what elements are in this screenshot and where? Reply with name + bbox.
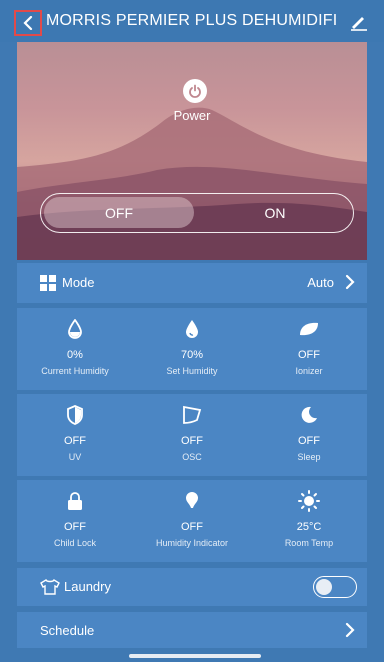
moon-icon	[301, 406, 317, 423]
leaf-icon	[300, 322, 318, 336]
tile-label: Sleep	[297, 452, 321, 462]
droplet-filled-icon	[186, 320, 198, 338]
shirt-icon	[40, 579, 60, 595]
tile-row-2: OFF UV OFF OSC OFF Sleep	[17, 394, 367, 476]
power-off-option[interactable]: OFF	[44, 197, 194, 228]
lock-icon	[68, 492, 82, 510]
chevron-right-icon	[345, 622, 355, 638]
tile-label: Child Lock	[53, 538, 97, 548]
tile-label: Ionizer	[295, 366, 323, 376]
droplet-outline-icon	[68, 319, 82, 339]
tile-value: 0%	[67, 349, 83, 361]
laundry-row: Laundry	[17, 568, 367, 606]
tile-label: Set Humidity	[166, 366, 218, 376]
tile-current-humidity[interactable]: 0% Current Humidity	[17, 308, 133, 390]
laundry-label: Laundry	[64, 579, 111, 594]
tile-value: 70%	[180, 349, 204, 361]
tile-child-lock[interactable]: OFF Child Lock	[17, 480, 133, 562]
tile-label: Room Temp	[284, 538, 334, 548]
tile-uv[interactable]: OFF UV	[17, 394, 133, 476]
power-toggle[interactable]: OFF ON	[40, 193, 354, 233]
header-bar: MORRIS PERMIER PLUS DEHUMIDIFIE...	[0, 0, 384, 42]
mode-value: Auto	[307, 275, 334, 290]
oscillation-icon	[183, 405, 202, 424]
tile-value: OFF	[181, 521, 203, 533]
tile-label: Current Humidity	[41, 366, 109, 376]
tile-room-temp[interactable]: 25°C Room Temp	[251, 480, 367, 562]
pencil-icon[interactable]	[348, 12, 370, 32]
power-icon	[189, 84, 201, 98]
shield-icon	[67, 405, 83, 425]
tile-row-3: OFF Child Lock OFF Humidity Indicator 25…	[17, 480, 367, 562]
back-button[interactable]	[14, 10, 42, 36]
sun-icon	[298, 490, 320, 512]
chevron-left-icon	[23, 16, 33, 30]
schedule-row[interactable]: Schedule	[17, 612, 367, 648]
home-indicator[interactable]	[129, 654, 261, 658]
tile-sleep[interactable]: OFF Sleep	[251, 394, 367, 476]
tile-osc[interactable]: OFF OSC	[134, 394, 250, 476]
tile-value: OFF	[181, 435, 203, 447]
tile-set-humidity[interactable]: 70% Set Humidity	[134, 308, 250, 390]
toggle-knob	[316, 579, 332, 595]
chevron-right-icon	[345, 274, 355, 290]
tile-value: OFF	[64, 435, 86, 447]
grid-icon	[40, 275, 56, 291]
mode-label: Mode	[62, 275, 95, 290]
power-button[interactable]	[183, 79, 207, 103]
bulb-icon	[186, 492, 198, 508]
tile-value: 25°C	[296, 521, 322, 533]
page-title: MORRIS PERMIER PLUS DEHUMIDIFIE...	[46, 12, 338, 29]
mode-row[interactable]: Mode Auto	[17, 263, 367, 303]
tile-label: UV	[68, 452, 82, 462]
tile-value: OFF	[298, 349, 320, 361]
tile-label: OSC	[182, 452, 202, 462]
power-on-option[interactable]: ON	[200, 197, 350, 228]
tile-label: Humidity Indicator	[155, 538, 229, 548]
tile-row-1: 0% Current Humidity 70% Set Humidity OFF…	[17, 308, 367, 390]
tile-value: OFF	[298, 435, 320, 447]
power-label: Power	[173, 108, 211, 123]
tile-humidity-indicator[interactable]: OFF Humidity Indicator	[134, 480, 250, 562]
schedule-label: Schedule	[40, 623, 95, 638]
tile-value: OFF	[64, 521, 86, 533]
power-hero-panel: Power OFF ON	[17, 42, 367, 260]
tile-ionizer[interactable]: OFF Ionizer	[251, 308, 367, 390]
laundry-toggle[interactable]	[313, 576, 357, 598]
